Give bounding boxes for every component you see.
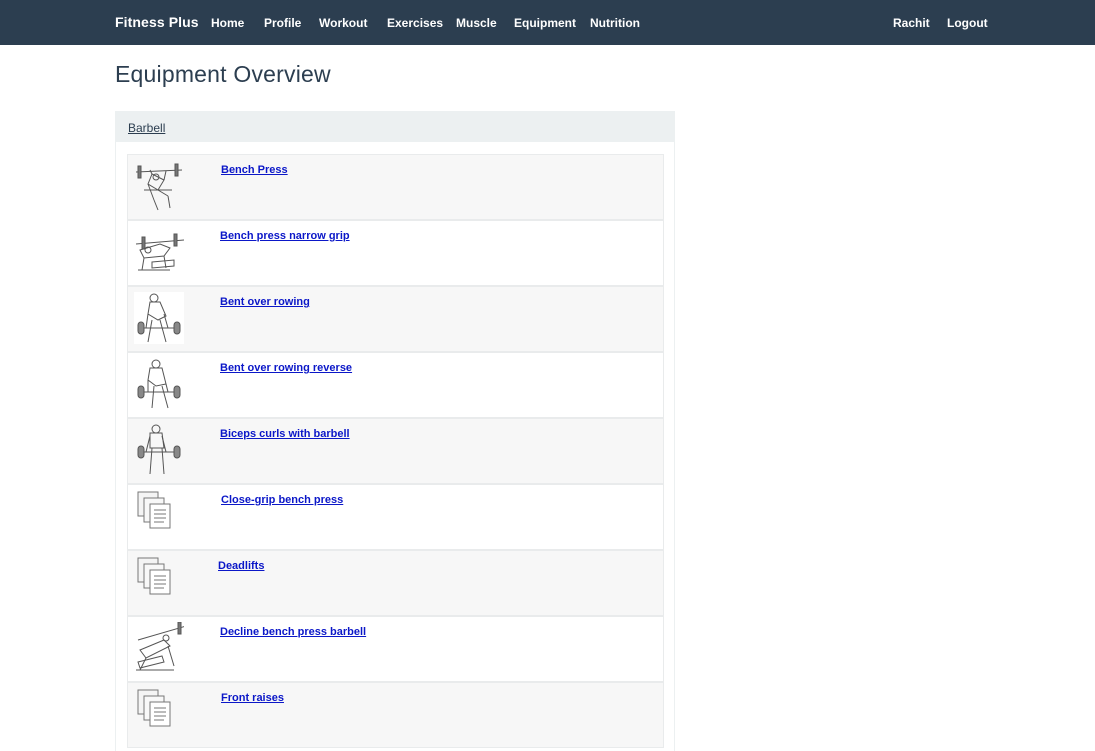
exercise-link[interactable]: Close-grip bench press: [221, 494, 343, 506]
nav-muscle[interactable]: Muscle: [456, 16, 497, 30]
bench-press-figure-icon: [134, 622, 184, 674]
bench-press-figure-icon: [134, 226, 184, 278]
exercise-row: Front raises: [127, 682, 664, 748]
nav-home[interactable]: Home: [211, 16, 244, 30]
exercise-row: Deadlifts: [127, 550, 664, 616]
bench-press-figure-icon: [134, 160, 184, 212]
exercise-link[interactable]: Deadlifts: [218, 560, 264, 572]
nav-workout[interactable]: Workout: [319, 16, 367, 30]
exercise-row: Bent over rowing reverse: [127, 352, 664, 418]
standing-figure-icon: [134, 424, 184, 476]
exercise-link[interactable]: Biceps curls with barbell: [220, 428, 350, 440]
exercise-row: Bench Press: [127, 154, 664, 220]
exercise-link[interactable]: Bench press narrow grip: [220, 230, 350, 242]
exercise-row: Close-grip bench press: [127, 484, 664, 550]
exercise-link[interactable]: Front raises: [221, 692, 284, 704]
exercise-row: Biceps curls with barbell: [127, 418, 664, 484]
exercise-link[interactable]: Bent over rowing: [220, 296, 310, 308]
brand-logo-link[interactable]: Fitness Plus: [115, 14, 199, 30]
nav-profile[interactable]: Profile: [264, 16, 301, 30]
nav-equipment[interactable]: Equipment: [514, 16, 576, 30]
placeholder-document-icon: [134, 556, 184, 608]
nav-exercises[interactable]: Exercises: [387, 16, 443, 30]
nav-user-rachit[interactable]: Rachit: [893, 16, 930, 30]
nav-nutrition[interactable]: Nutrition: [590, 16, 640, 30]
placeholder-document-icon: [134, 490, 184, 542]
exercise-link[interactable]: Bent over rowing reverse: [220, 362, 352, 374]
exercise-row: Bent over rowing: [127, 286, 664, 352]
panel-heading: Barbell: [116, 112, 674, 142]
standing-figure-icon: [134, 292, 184, 344]
exercise-link[interactable]: Bench Press: [221, 164, 288, 176]
exercise-row: Bench press narrow grip: [127, 220, 664, 286]
placeholder-document-icon: [134, 688, 184, 740]
standing-figure-icon: [134, 358, 184, 410]
exercise-link[interactable]: Decline bench press barbell: [220, 626, 366, 638]
equipment-barbell-link[interactable]: Barbell: [128, 121, 165, 135]
nav-logout[interactable]: Logout: [947, 16, 988, 30]
top-navbar: Fitness Plus Home Profile Workout Exerci…: [0, 0, 1095, 45]
page-title: Equipment Overview: [115, 61, 331, 87]
equipment-panel: Barbell Bench Press Bench press narrow g…: [115, 111, 675, 751]
exercise-row: Decline bench press barbell: [127, 616, 664, 682]
